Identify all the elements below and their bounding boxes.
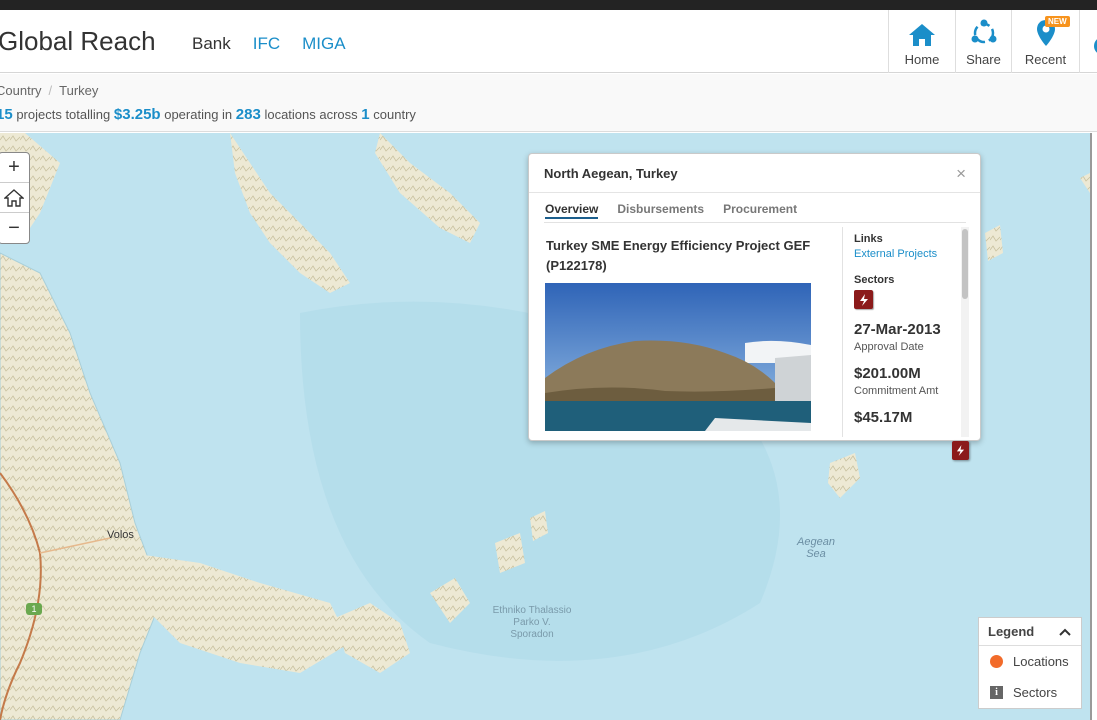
locations-count: 283: [235, 106, 261, 123]
park-label-line1: Ethniko Thalassio: [492, 605, 572, 616]
popup-tabs: Overview Disbursements Procurement: [545, 202, 797, 219]
project-name[interactable]: Turkey SME Energy Efficiency Project GEF…: [546, 236, 836, 276]
sea-label-line1: Aegean: [797, 536, 835, 548]
share-label: Share: [966, 52, 1001, 67]
scrollbar-thumb[interactable]: [962, 229, 968, 299]
project-details: Links External Projects Sectors 27-Mar-2…: [842, 227, 960, 437]
project-summary: 15 projects totalling $3.25b operating i…: [0, 106, 416, 123]
project-marker[interactable]: [952, 441, 969, 460]
links-label: Links: [854, 233, 883, 245]
breadcrumb: Country / Turkey: [0, 83, 98, 98]
map-legend: Legend Locations i Sectors: [978, 617, 1082, 709]
home-button[interactable]: Home: [888, 10, 955, 73]
energy-sector-icon[interactable]: [854, 290, 873, 309]
park-label-line2: Parko V.: [513, 617, 551, 628]
sea-label: Aegean Sea: [788, 536, 844, 560]
total-amount: $3.25b: [113, 106, 161, 123]
locations-text: locations across: [264, 107, 358, 122]
header: Global Reach Bank IFC MIGA Home Share NE…: [0, 10, 1097, 73]
lightning-icon: [956, 445, 965, 456]
project-photo: [545, 283, 811, 431]
operating-text: operating in: [164, 107, 233, 122]
tab-disbursements[interactable]: Disbursements: [617, 202, 704, 219]
commitment-amount-label: Commitment Amt: [854, 385, 939, 397]
zoom-controls: + −: [0, 152, 30, 244]
nav-ifc[interactable]: IFC: [253, 34, 280, 54]
commitment-amount-value: $201.00M: [854, 365, 921, 382]
home-extent-button[interactable]: [0, 183, 29, 213]
home-icon: [909, 24, 935, 46]
next-amount-value: $45.17M: [854, 409, 913, 426]
info-bar: Country / Turkey 15 projects totalling $3.…: [0, 74, 1097, 132]
tab-divider: [544, 222, 966, 223]
projects-text: projects totalling: [16, 107, 111, 122]
brand-title: Global Reach: [0, 26, 156, 56]
legend-title: Legend: [988, 624, 1035, 639]
chevron-up-icon: [1059, 628, 1071, 636]
nav-bank[interactable]: Bank: [192, 34, 231, 54]
tab-procurement[interactable]: Procurement: [723, 202, 797, 219]
more-button[interactable]: [1079, 10, 1097, 73]
popup-scrollbar[interactable]: [961, 227, 969, 437]
breadcrumb-country[interactable]: Country: [0, 83, 42, 98]
legend-item-locations[interactable]: Locations: [979, 646, 1081, 677]
city-label-volos: Volos: [107, 529, 134, 541]
legend-item-sectors[interactable]: i Sectors: [979, 677, 1081, 708]
recent-button[interactable]: NEW Recent: [1011, 10, 1079, 73]
sectors-label: Sectors: [854, 274, 895, 286]
approval-date-label: Approval Date: [854, 341, 924, 353]
popup-close-button[interactable]: ×: [956, 164, 966, 184]
project-popup: North Aegean, Turkey × Overview Disburse…: [528, 153, 981, 441]
country-text: country: [373, 107, 416, 122]
park-label: Ethniko Thalassio Parko V. Sporadon: [482, 605, 582, 641]
nav-miga[interactable]: MIGA: [302, 34, 345, 54]
new-badge: NEW: [1045, 16, 1070, 27]
popup-title: North Aegean, Turkey: [544, 166, 678, 181]
projects-count: 15: [0, 106, 13, 123]
legend-locations-label: Locations: [1013, 654, 1069, 669]
breadcrumb-separator: /: [48, 83, 53, 98]
legend-sectors-label: Sectors: [1013, 685, 1058, 700]
main-nav: Bank IFC MIGA: [192, 34, 346, 54]
location-dot-icon: [990, 655, 1003, 668]
park-label-line3: Sporadon: [510, 629, 554, 640]
country-count: 1: [361, 106, 370, 123]
map-right-edge: [1090, 133, 1097, 720]
zoom-out-button[interactable]: −: [0, 213, 29, 243]
share-icon: [971, 19, 996, 44]
help-icon: [1093, 38, 1097, 54]
lightning-icon: [859, 293, 868, 306]
home-icon: [4, 188, 24, 207]
home-label: Home: [904, 52, 940, 67]
external-projects-link[interactable]: External Projects: [854, 248, 960, 260]
info-icon: i: [990, 686, 1003, 699]
zoom-in-button[interactable]: +: [0, 153, 29, 183]
tab-overview[interactable]: Overview: [545, 202, 599, 219]
share-button[interactable]: Share: [955, 10, 1011, 73]
road-shield: 1: [26, 603, 42, 615]
sea-label-line2: Sea: [806, 548, 826, 560]
approval-date-value: 27-Mar-2013: [854, 321, 941, 338]
top-strip: [0, 0, 1097, 10]
breadcrumb-current: Turkey: [59, 83, 99, 98]
popup-divider: [529, 192, 980, 193]
legend-header[interactable]: Legend: [979, 618, 1081, 646]
recent-label: Recent: [1024, 52, 1067, 67]
